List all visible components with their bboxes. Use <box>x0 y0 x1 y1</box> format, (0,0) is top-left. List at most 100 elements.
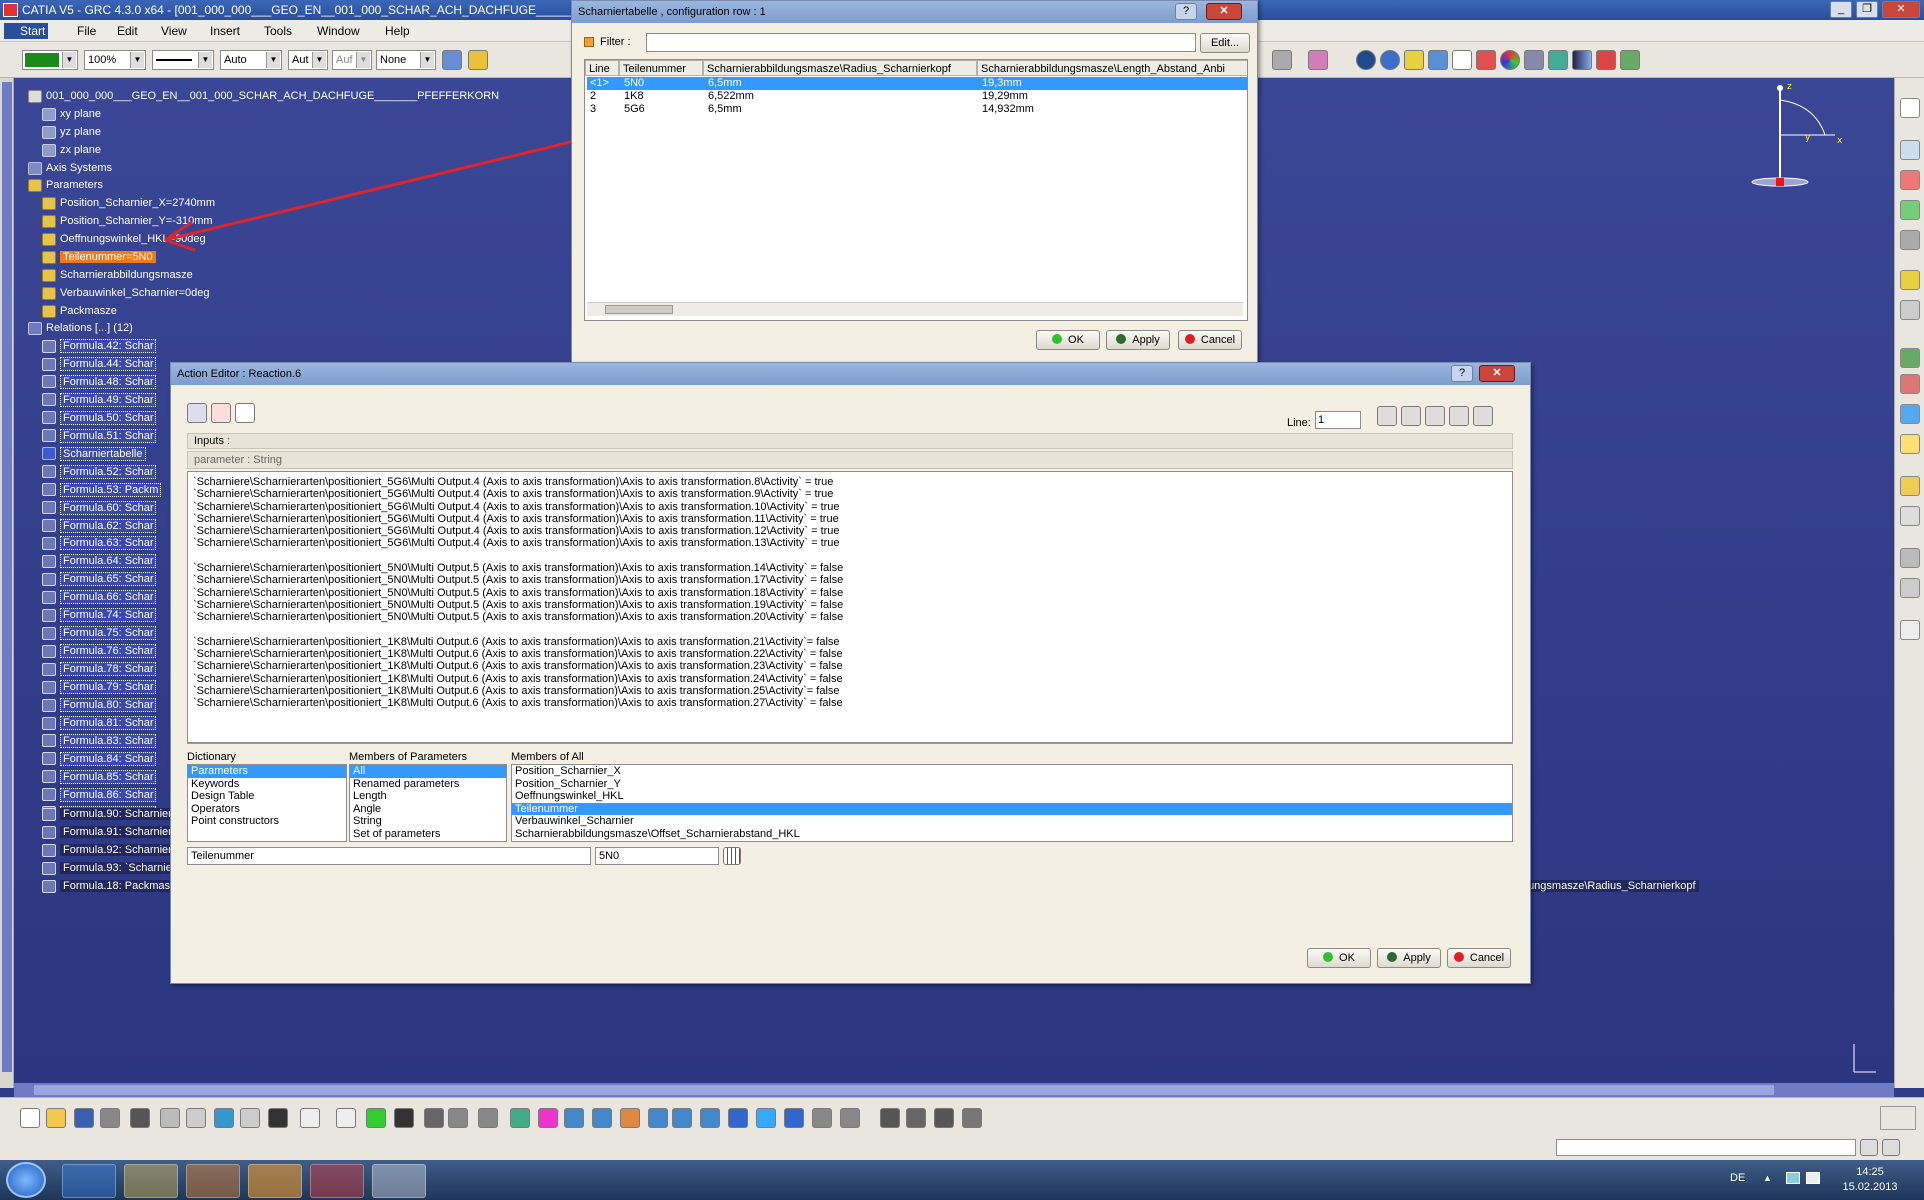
tree-formula[interactable]: Formula.48: Schar <box>42 374 157 390</box>
tree-formula[interactable]: Formula.63: Schar <box>42 535 157 551</box>
table-cell[interactable]: 2 <box>587 90 596 103</box>
table-tool-icon[interactable] <box>1900 506 1920 526</box>
rule-icon[interactable] <box>1404 50 1424 70</box>
toolbar-tool-icon[interactable] <box>906 1108 926 1128</box>
cancel-button[interactable]: Cancel <box>1178 330 1242 350</box>
code-line[interactable] <box>193 550 1507 562</box>
tree-formula[interactable]: Formula.83: Schar <box>42 733 157 749</box>
menu-start[interactable]: Start <box>4 23 49 39</box>
linetype-combo[interactable]: ▼ <box>152 50 214 70</box>
code-line[interactable]: `Scharniere\Scharnierarten\positioniert_… <box>193 488 1507 500</box>
line-input[interactable] <box>1315 411 1361 429</box>
tree-formula[interactable]: Formula.62: Schar <box>42 518 157 534</box>
ok-button[interactable]: OK <box>1036 330 1100 350</box>
tree-formula[interactable]: Formula.44: Schar <box>42 356 157 372</box>
tree-formula[interactable]: Formula.51: Schar <box>42 428 157 444</box>
toolbar-tool-icon[interactable] <box>510 1108 530 1128</box>
note-icon[interactable] <box>1900 270 1920 290</box>
toolbar-tool-icon[interactable] <box>880 1108 900 1128</box>
tree-param-selected[interactable]: Teilenummer=5N0 <box>42 249 156 265</box>
tree-formula[interactable]: Formula.66: Schar <box>42 589 157 605</box>
windows-start-icon[interactable] <box>6 1162 46 1198</box>
replace-icon[interactable] <box>1401 406 1421 426</box>
knowledge-icon[interactable] <box>1596 50 1616 70</box>
toolbar-tool-icon[interactable] <box>478 1108 498 1128</box>
tree-parameters[interactable]: Parameters <box>28 177 103 193</box>
edit-button[interactable]: Edit... <box>1200 33 1250 53</box>
list-icon[interactable] <box>1548 50 1568 70</box>
eraser-icon[interactable] <box>1473 406 1493 426</box>
table-cell[interactable]: 6,522mm <box>705 90 754 103</box>
menu-insert[interactable]: Insert <box>207 23 243 39</box>
insert-icon[interactable] <box>187 403 207 423</box>
code-line[interactable]: `Scharniere\Scharnierarten\positioniert_… <box>193 636 1507 648</box>
tree-plane-yz[interactable]: yz plane <box>42 124 101 140</box>
tree-formula[interactable]: Formula.74: Schar <box>42 607 157 623</box>
list-item[interactable]: Verbauwinkel_Scharnier <box>512 815 1512 828</box>
command-input[interactable] <box>1556 1139 1856 1156</box>
table-cell[interactable]: 14,932mm <box>979 103 1034 116</box>
toolbar-tool-icon[interactable] <box>214 1108 234 1128</box>
list-item[interactable]: Length <box>350 790 506 803</box>
list-item[interactable]: Design Table <box>188 790 346 803</box>
toolbar-tool-icon[interactable] <box>74 1108 94 1128</box>
volume-icon[interactable] <box>1806 1172 1820 1184</box>
code-line[interactable]: `Scharniere\Scharnierarten\positioniert_… <box>193 476 1507 488</box>
book-icon[interactable] <box>1308 50 1328 70</box>
column-header[interactable]: Scharnierabbildungsmasze\Radius_Scharnie… <box>703 60 977 76</box>
menu-help[interactable]: Help <box>382 23 413 39</box>
toolbar-tool-icon[interactable] <box>240 1108 260 1128</box>
color-wheel-icon[interactable] <box>1500 50 1520 70</box>
status-icon[interactable] <box>1882 1139 1900 1156</box>
cancel-button[interactable]: Cancel <box>1447 948 1511 968</box>
formula-tool-icon[interactable] <box>1900 170 1920 190</box>
members-params-list[interactable]: All Renamed parameters Length Angle String Se… <box>349 764 507 842</box>
tree-formula[interactable]: Formula.60: Schar <box>42 500 157 516</box>
list-item[interactable]: Operators <box>188 803 346 816</box>
code-line[interactable]: `Scharniere\Scharnierarten\positioniert_… <box>193 525 1507 537</box>
list-item[interactable]: Parameters <box>188 765 346 778</box>
menu-window[interactable]: Window <box>314 23 363 39</box>
toolbar-tool-icon[interactable] <box>700 1108 720 1128</box>
tree-formula[interactable]: Formula.86: Schar <box>42 787 157 803</box>
toolbar-tool-icon[interactable] <box>962 1108 982 1128</box>
code-line[interactable]: `Scharniere\Scharnierarten\positioniert_… <box>193 587 1507 599</box>
table-cell[interactable]: 19,3mm <box>979 77 1022 90</box>
transparency-combo[interactable]: 100% ▼ <box>84 50 146 70</box>
parameter-value-field[interactable] <box>595 847 719 865</box>
dialog-close-button[interactable]: ✕ <box>1479 365 1515 382</box>
code-line[interactable] <box>193 624 1507 636</box>
set-icon[interactable] <box>1452 50 1472 70</box>
code-line[interactable]: `Scharniere\Scharnierarten\positioniert_… <box>193 648 1507 660</box>
catia-window-icon[interactable] <box>372 1164 426 1198</box>
tree-formula[interactable]: Formula.50: Schar <box>42 410 157 426</box>
tree-param[interactable]: Verbauwinkel_Scharnier=0deg <box>42 285 210 301</box>
refresh-icon[interactable] <box>1900 578 1920 598</box>
tree-axis-systems[interactable]: Axis Systems <box>28 160 112 176</box>
outlook-icon[interactable] <box>248 1164 302 1198</box>
tray-arrow-icon[interactable]: ▲ <box>1763 1173 1772 1183</box>
code-line[interactable]: `Scharniere\Scharnierarten\positioniert_… <box>193 660 1507 672</box>
menu-tools[interactable]: Tools <box>261 23 295 39</box>
toolbar-tool-icon[interactable] <box>538 1108 558 1128</box>
table-cell[interactable]: 3 <box>587 103 596 116</box>
toolbar-tool-icon[interactable] <box>186 1108 206 1128</box>
list-item[interactable]: Position_Scharnier_X <box>512 765 1512 778</box>
toolbar-tool-icon[interactable] <box>268 1108 288 1128</box>
code-line[interactable]: `Scharniere\Scharnierarten\positioniert_… <box>193 685 1507 697</box>
ok-button[interactable]: OK <box>1307 948 1371 968</box>
delete-icon[interactable] <box>211 403 231 423</box>
menu-file[interactable]: File <box>74 23 99 39</box>
toolbar-tool-icon[interactable] <box>934 1108 954 1128</box>
stack-icon[interactable] <box>1900 348 1920 368</box>
table-icon[interactable] <box>1524 50 1544 70</box>
toolbar-tool-icon[interactable] <box>20 1108 40 1128</box>
toolbar-tool-icon[interactable] <box>592 1108 612 1128</box>
toolbar-tool-icon[interactable] <box>100 1108 120 1128</box>
search-tool-icon[interactable] <box>1900 404 1920 424</box>
toolbar-tool-icon[interactable] <box>424 1108 444 1128</box>
comment-icon[interactable] <box>1900 434 1920 454</box>
internet-explorer-icon[interactable] <box>62 1164 116 1198</box>
dialog-close-button[interactable]: ✕ <box>1206 3 1242 20</box>
color-combo[interactable]: ▼ <box>22 50 78 70</box>
